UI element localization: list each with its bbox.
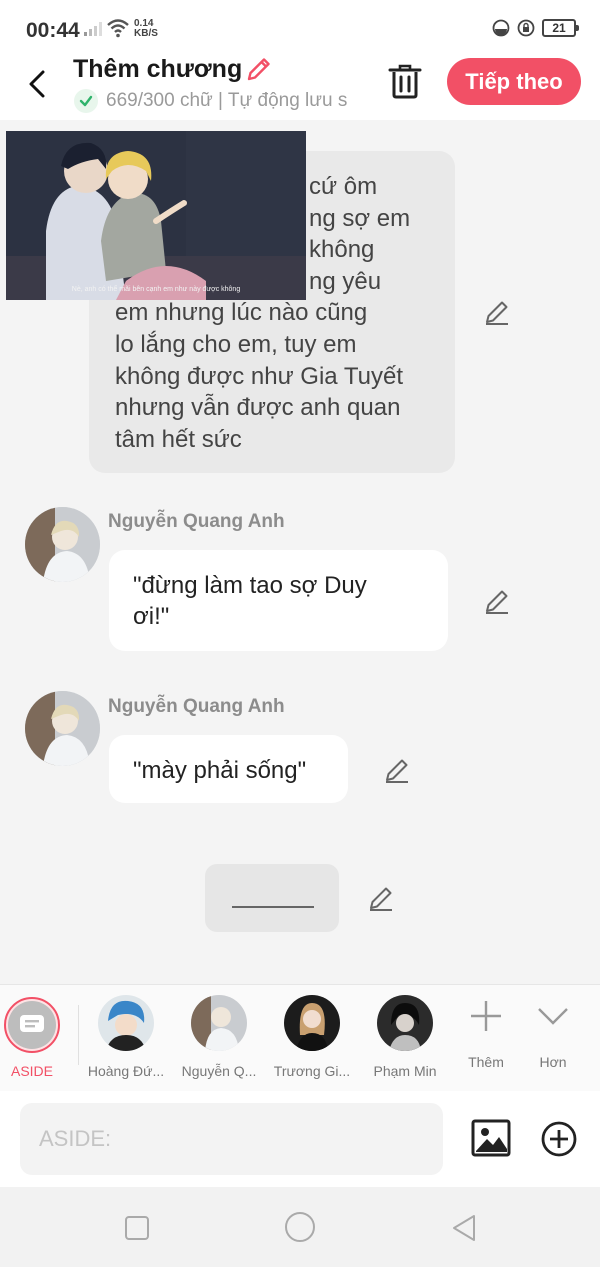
chevron-left-icon	[29, 70, 45, 98]
message-icon	[20, 1015, 44, 1032]
data-saver-icon	[492, 19, 510, 37]
message-line: em nhưng lúc nào cũng	[115, 299, 368, 327]
aside-button[interactable]	[4, 997, 60, 1053]
edit-title-icon[interactable]	[245, 55, 273, 83]
word-count-text: 669/300 chữ | Tự động lưu s	[106, 90, 348, 111]
video-scene-image	[6, 131, 306, 300]
network-speed: 0.14 KB/S	[134, 19, 158, 39]
character-avatar	[98, 995, 154, 1051]
wifi-icon	[107, 19, 129, 38]
add-label: Thêm	[468, 1054, 504, 1070]
video-overlay[interactable]: Nè, anh có thể mãi bên cạnh em như này đ…	[6, 131, 306, 300]
image-icon[interactable]	[471, 1119, 511, 1157]
trash-icon[interactable]	[387, 62, 423, 100]
add-circle-icon[interactable]	[541, 1121, 577, 1157]
status-right: 21	[492, 19, 579, 37]
message-line: lo lắng cho em, tuy em	[115, 330, 357, 358]
input-bar	[0, 1091, 600, 1187]
video-subtitle: Nè, anh có thể mãi bên cạnh em như này đ…	[71, 286, 241, 293]
message-line: ơi!"	[133, 603, 170, 630]
editor-header: Thêm chương 669/300 chữ | Tự động lưu s …	[0, 55, 600, 120]
sender-name: Nguyễn Quang Anh	[108, 696, 285, 717]
message-input[interactable]	[20, 1103, 443, 1175]
rotation-lock-icon	[517, 19, 535, 37]
character-item[interactable]: Nguyễn Q...	[172, 995, 266, 1079]
placeholder-underline	[232, 906, 314, 908]
battery-icon: 21	[542, 19, 579, 37]
status-time: 00:44	[26, 19, 80, 42]
page-title: Thêm chương	[73, 55, 243, 83]
character-avatar	[377, 995, 433, 1051]
add-character-button[interactable]: Thêm	[456, 999, 516, 1070]
home-icon[interactable]	[284, 1211, 316, 1243]
character-name: Nguyễn Q...	[181, 1063, 257, 1079]
message-line: tâm hết sức	[115, 425, 242, 453]
avatar-image	[25, 691, 100, 766]
message-line: "mày phải sống"	[133, 757, 307, 784]
more-button[interactable]: Hơn	[523, 999, 583, 1070]
sender-name: Nguyễn Quang Anh	[108, 511, 285, 532]
character-message-bubble[interactable]: "mày phải sống"	[109, 735, 348, 803]
speed-unit: KB/S	[134, 28, 158, 39]
plus-icon	[471, 1001, 501, 1031]
word-count-status: 669/300 chữ | Tự động lưu s	[74, 88, 364, 114]
status-bar: 00:44 0.14 KB/S 21	[0, 0, 600, 58]
message-line: không được như Gia Tuyết	[115, 362, 404, 390]
aside-label: ASIDE	[10, 1063, 53, 1079]
avatar[interactable]	[25, 691, 100, 766]
character-item[interactable]: Trương Gi...	[265, 995, 359, 1079]
character-name: Hoàng Đứ...	[87, 1063, 165, 1079]
character-message-bubble[interactable]: "đừng làm tao sợ Duy ơi!"	[109, 550, 448, 651]
avatar[interactable]	[25, 507, 100, 582]
character-item[interactable]: Hoàng Đứ...	[79, 995, 173, 1079]
character-avatar	[191, 995, 247, 1051]
aside-placeholder-bubble[interactable]	[205, 864, 339, 932]
character-item[interactable]: Phạm Min	[358, 995, 452, 1079]
recent-apps-icon[interactable]	[122, 1213, 152, 1243]
edit-message-icon[interactable]	[383, 756, 411, 784]
character-name: Trương Gi...	[273, 1063, 351, 1079]
aside-avatar	[8, 1001, 56, 1049]
avatar-image	[25, 507, 100, 582]
message-line: "đừng làm tao sợ Duy	[133, 572, 367, 599]
edit-message-icon[interactable]	[483, 298, 511, 326]
chevron-down-icon	[538, 1008, 568, 1025]
signal-icon	[84, 22, 102, 36]
edit-message-icon[interactable]	[483, 587, 511, 615]
check-icon	[74, 89, 98, 113]
character-name: Phạm Min	[373, 1063, 437, 1079]
more-label: Hơn	[539, 1054, 567, 1070]
back-button[interactable]	[22, 64, 52, 104]
character-bar: ASIDE Hoàng Đứ... Nguyễn Q... Trương Gi.…	[0, 984, 600, 1091]
character-avatar	[284, 995, 340, 1051]
back-nav-icon[interactable]	[449, 1213, 479, 1243]
next-button[interactable]: Tiếp theo	[447, 58, 581, 105]
message-line: nhưng vẫn được anh quan	[115, 394, 401, 422]
edit-message-icon[interactable]	[367, 884, 395, 912]
system-nav-bar	[0, 1187, 600, 1267]
